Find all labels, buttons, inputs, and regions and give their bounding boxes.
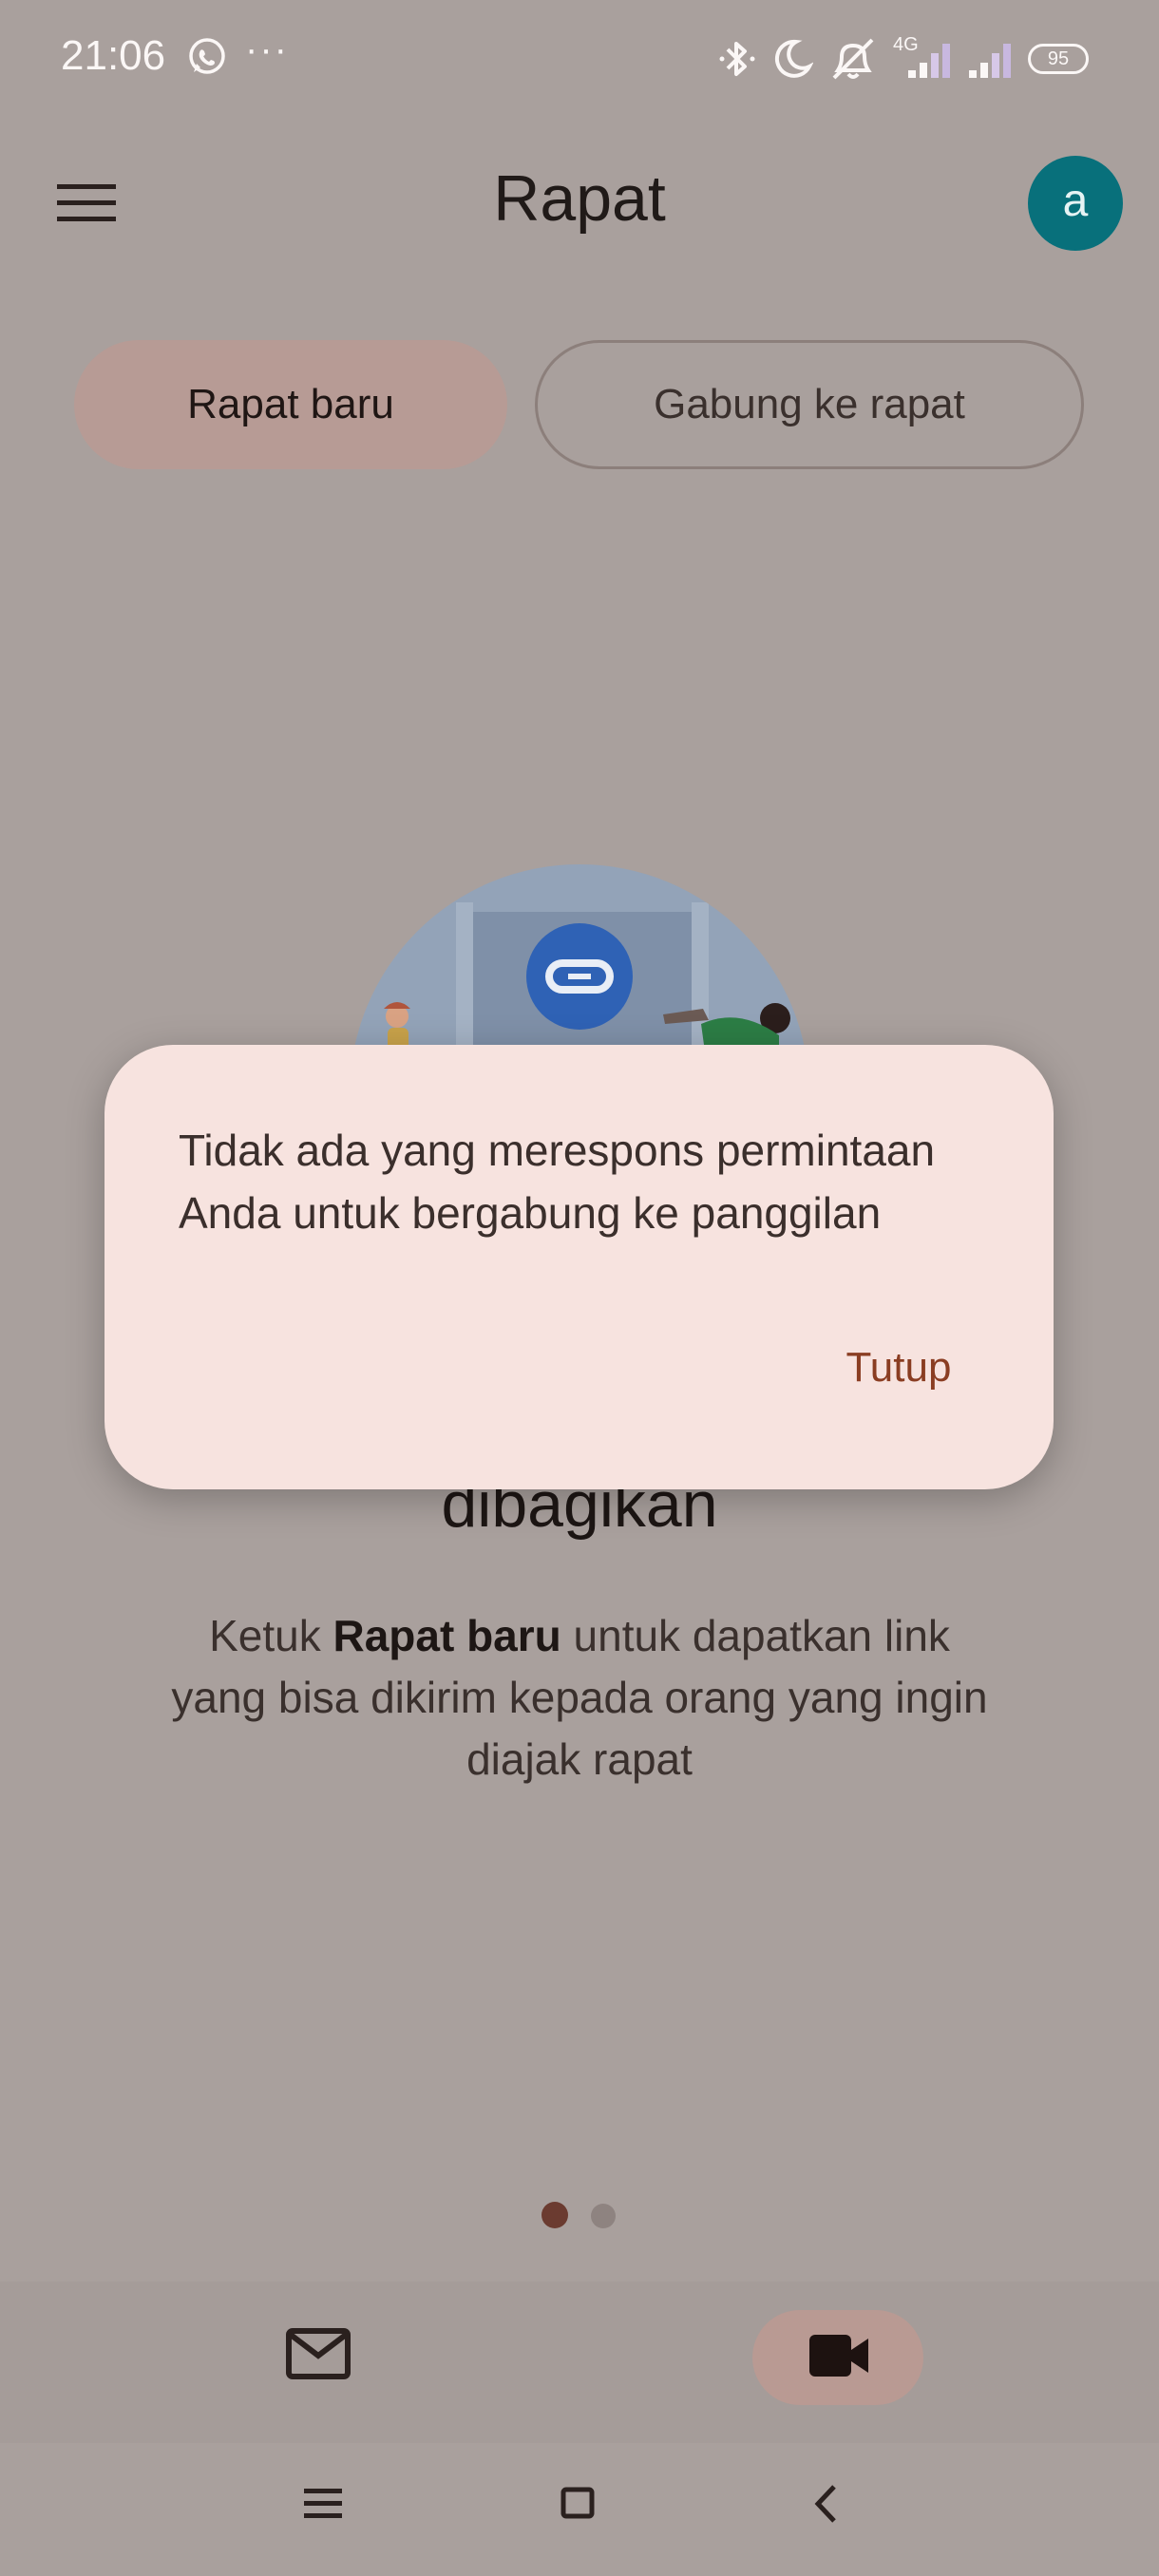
close-button[interactable]: Tutup	[813, 1330, 984, 1406]
moon-icon	[774, 39, 813, 78]
pager-dot[interactable]	[591, 2204, 616, 2228]
new-meeting-button[interactable]: Rapat baru	[74, 340, 507, 469]
more-notifications-indicator: ···	[245, 28, 289, 70]
avatar[interactable]: a	[1028, 156, 1123, 251]
whatsapp-icon	[189, 38, 225, 74]
signal-icon	[908, 44, 950, 78]
video-icon[interactable]	[808, 2329, 870, 2382]
join-meeting-button[interactable]: Gabung ke rapat	[535, 340, 1084, 469]
recent-apps-icon[interactable]	[304, 2487, 342, 2521]
description-emphasis: Rapat baru	[332, 1611, 561, 1660]
alarm-off-icon	[832, 38, 874, 80]
status-time: 21:06	[61, 32, 166, 79]
mail-icon[interactable]	[285, 2325, 352, 2382]
bottom-navigation	[0, 2282, 1159, 2443]
notice-dialog: Tidak ada yang merespons permintaan Anda…	[104, 1045, 1054, 1489]
empty-state-description: Ketuk Rapat baru untuk dapatkan link yan…	[171, 1605, 988, 1790]
dialog-message: Tidak ada yang merespons permintaan Anda…	[179, 1126, 936, 1238]
signal-icon	[969, 44, 1011, 78]
back-icon[interactable]	[813, 2483, 838, 2525]
page-title: Rapat	[493, 162, 666, 235]
battery-icon: 95	[1028, 44, 1089, 74]
pager-dot-active[interactable]	[542, 2202, 568, 2228]
home-icon[interactable]	[560, 2487, 595, 2519]
description-prefix: Ketuk	[209, 1611, 333, 1660]
bluetooth-icon	[719, 42, 755, 76]
status-bar: 21:06 ··· 4G 95	[0, 0, 1159, 119]
